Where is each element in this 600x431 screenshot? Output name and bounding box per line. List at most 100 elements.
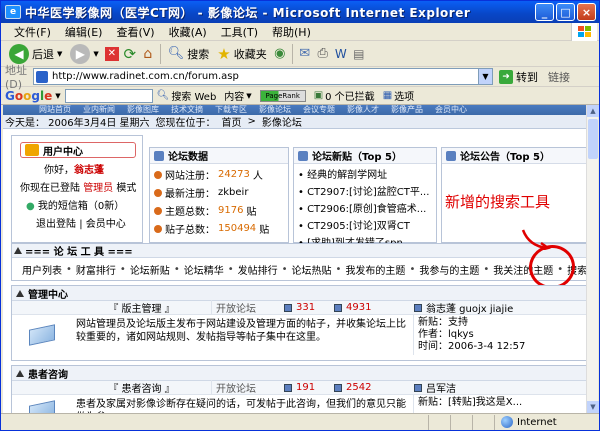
moderators[interactable]: 吕军洁 [426, 380, 456, 395]
google-options-button[interactable]: ▦ 选项 [383, 88, 414, 103]
window-title: 中华医学影像网（医学CT网） - 影像论坛 - Microsoft Intern… [25, 5, 471, 20]
search-button[interactable]: 🔍︎ 搜索 [164, 43, 214, 65]
last-post-link[interactable]: 支持 [448, 317, 468, 328]
breadcrumb-home[interactable]: 首页 [222, 114, 242, 129]
mail-button[interactable]: ✉ [296, 45, 314, 63]
media-button[interactable]: ◉ [271, 45, 289, 63]
menu-file[interactable]: 文件(F) [7, 24, 58, 40]
menu-edit[interactable]: 编辑(E) [58, 24, 110, 40]
security-zone: Internet [495, 416, 599, 428]
forum-name[interactable]: 『 患者咨询 』 [72, 380, 212, 395]
collapse-icon[interactable] [16, 369, 24, 377]
user-role: 管理员 [83, 183, 114, 194]
go-button[interactable]: ➜ 转到 [499, 69, 538, 85]
menu-view[interactable]: 查看(V) [109, 24, 161, 40]
favorites-label: 收藏夹 [233, 47, 267, 61]
newest-member[interactable]: zkbeir [218, 187, 248, 198]
minimize-button[interactable]: _ [535, 3, 554, 21]
logout-link[interactable]: 退出登陆 [36, 219, 76, 230]
breadcrumb-forum[interactable]: 影像论坛 [262, 114, 302, 129]
forward-dropdown-icon[interactable]: ▼ [93, 50, 98, 58]
home-button[interactable]: ⌂ [139, 45, 157, 63]
stat-row-registered: 网站注册： 24273 人 [150, 167, 288, 182]
new-post-item[interactable]: • CT2905:[讨论]双肾CT [294, 217, 436, 232]
nav-member[interactable]: 会员中心 [435, 105, 467, 115]
refresh-button[interactable]: ⟳ [121, 45, 139, 63]
google-content-menu[interactable]: 内容 ▼ [224, 88, 251, 104]
last-post-author[interactable]: lqkys [448, 329, 474, 340]
print-button[interactable]: ⎙ [314, 45, 332, 63]
tool-user-list[interactable]: 用户列表 [22, 262, 62, 277]
forum-folder-icon [29, 400, 55, 413]
home-icon: ⌂ [143, 45, 153, 62]
google-search-web-button[interactable]: 🔍︎ 搜索 Web [157, 88, 217, 103]
stat-row-newest: 最新注册： zkbeir [150, 185, 288, 200]
last-post-link[interactable]: [转贴]我这是X... [448, 397, 522, 408]
pagerank-indicator[interactable]: PageRank [259, 89, 306, 102]
member-center-link[interactable]: 会员中心 [86, 219, 126, 230]
message-box-link[interactable]: ● 我的短信箱（0新） [12, 197, 142, 212]
nav-conferences[interactable]: 会议专题 [303, 105, 335, 115]
moderator-icon [414, 383, 422, 392]
tool-new-posts[interactable]: 论坛新贴 [130, 262, 170, 277]
user-center-header: 用户中心 [20, 142, 136, 158]
nav-talent[interactable]: 影像人才 [347, 105, 379, 115]
collapse-icon[interactable] [16, 289, 24, 297]
menu-favorites[interactable]: 收藏(A) [162, 24, 214, 40]
tool-my-topics[interactable]: 我发布的主题 [345, 262, 405, 277]
topics-icon [284, 383, 292, 392]
links-button[interactable]: 链接 [548, 69, 570, 85]
tool-wealth-rank[interactable]: 财富排行 [76, 262, 116, 277]
moderator-icon [414, 303, 422, 312]
go-arrow-icon: ➜ [499, 69, 513, 84]
vertical-scrollbar[interactable]: ▲ ▼ [586, 105, 599, 413]
maximize-button[interactable]: □ [556, 3, 575, 21]
new-post-item[interactable]: • CT2907:[讨论]盆腔CT平... [294, 183, 436, 198]
stop-button[interactable]: ✕ [103, 45, 121, 63]
address-input[interactable]: http://www.radinet.com.cn/forum.asp ▼ [33, 68, 493, 85]
google-menu-dropdown-icon[interactable]: ▼ [55, 92, 60, 100]
forum-name[interactable]: 『 版主管理 』 [72, 300, 212, 315]
stat-dot-icon [154, 224, 162, 233]
post-count: 2542 [346, 382, 372, 393]
scroll-thumb[interactable] [588, 119, 598, 159]
tool-essence[interactable]: 论坛精华 [184, 262, 224, 277]
new-post-item[interactable]: • 经典的解剖学网址 [294, 166, 436, 181]
address-dropdown-icon[interactable]: ▼ [478, 69, 492, 84]
google-search-input[interactable] [64, 88, 153, 103]
moderators[interactable]: 翁志蓬 guojx jiajie [426, 300, 513, 315]
scroll-up-icon[interactable]: ▲ [587, 105, 599, 117]
forum-stats-panel: 论坛数据 网站注册： 24273 人 最新注册： zkbeir 主题总数： 9176 贴 … [149, 147, 289, 243]
forum-summary-row: 『 患者咨询 』 开放论坛 191 2542 吕军洁 [12, 380, 586, 395]
status-cell [429, 414, 451, 430]
menu-help[interactable]: 帮助(H) [265, 24, 318, 40]
edit-button[interactable]: W [332, 45, 350, 63]
menu-tools[interactable]: 工具(T) [214, 24, 265, 40]
toolbar-separator-2 [291, 43, 293, 64]
edit-icon: W [334, 46, 347, 61]
popup-blocker[interactable]: ▣ 0 个已拦截 [314, 88, 375, 103]
tool-hot-posts[interactable]: 论坛热贴 [292, 262, 332, 277]
forum-type: 开放论坛 [216, 304, 256, 315]
new-post-item[interactable]: • CT2906:[原创]食管癌术... [294, 200, 436, 215]
forum-section-patient: 患者咨询 『 患者咨询 』 开放论坛 191 2542 吕军洁 患者及家属对影像… [11, 365, 587, 413]
forum-section-management: 管理中心 『 版主管理 』 开放论坛 331 4931 翁志蓬 guojx ji… [11, 285, 587, 361]
close-button[interactable]: × [577, 3, 596, 21]
tool-participated[interactable]: 我参与的主题 [419, 262, 479, 277]
google-logo[interactable]: Google [5, 89, 52, 103]
scroll-down-icon[interactable]: ▼ [587, 401, 599, 413]
forward-button[interactable]: ▶ ▼ [66, 43, 102, 65]
collapse-icon[interactable] [14, 247, 22, 254]
message-icon: ● [26, 201, 35, 212]
page-content: 网站首页 业内新闻 影像图库 技术文摘 下载专区 影像论坛 会议专题 影像人才 … [3, 105, 587, 413]
username[interactable]: 翁志蓬 [74, 165, 104, 176]
tool-post-rank[interactable]: 发帖排行 [238, 262, 278, 277]
info-panels: 用户中心 你好，翁志蓬 你现在已登陆 管理员 模式 ● 我的短信箱（0新） 退出… [11, 135, 587, 249]
nav-products[interactable]: 影像产品 [391, 105, 423, 115]
address-bar: 地址(D) http://www.radinet.com.cn/forum.as… [1, 64, 599, 91]
favorites-button[interactable]: ★ 收藏夹 [213, 43, 270, 65]
discuss-button[interactable]: ▤ [350, 45, 368, 63]
today-date: 今天是： 2006年3月4日 星期六 [5, 118, 150, 129]
back-dropdown-icon[interactable]: ▼ [57, 50, 62, 58]
stat-dot-icon [154, 188, 162, 197]
